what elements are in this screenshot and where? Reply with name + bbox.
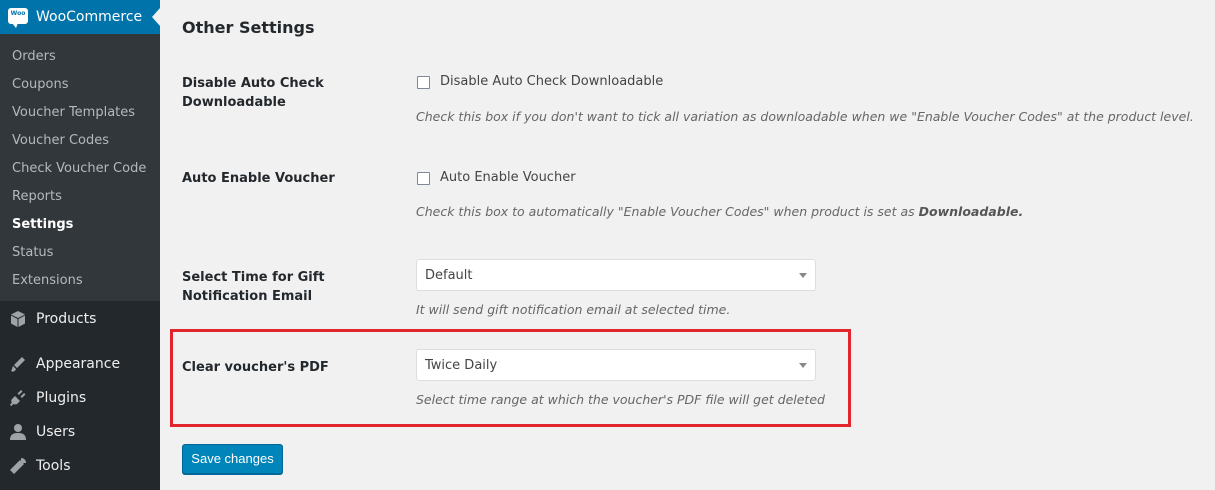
- gift-notification-description: It will send gift notification email at …: [416, 302, 731, 317]
- gift-notification-time-select[interactable]: Default: [416, 259, 816, 291]
- submenu-item-settings[interactable]: Settings: [12, 217, 73, 232]
- menu-item-appearance-label: Appearance: [36, 356, 121, 372]
- menu-item-tools-label: Tools: [36, 458, 71, 474]
- menu-item-plugins-label: Plugins: [36, 390, 87, 406]
- menu-item-products-label: Products: [36, 311, 97, 327]
- menu-item-plugins[interactable]: Plugins: [0, 381, 160, 415]
- disable-auto-check-description: Check this box if you don't want to tick…: [416, 109, 1194, 124]
- settings-main: Other Settings Disable Auto Check Downlo…: [160, 0, 1215, 490]
- chevron-down-icon: [799, 273, 807, 278]
- clear-voucher-pdf-select[interactable]: Twice Daily: [416, 349, 816, 381]
- current-menu-arrow: [152, 8, 160, 26]
- auto-enable-voucher-description: Check this box to automatically "Enable …: [416, 204, 1023, 219]
- woocommerce-submenu: Orders Coupons Voucher Templates Voucher…: [0, 34, 160, 301]
- menu-item-users-label: Users: [36, 424, 76, 440]
- submenu-item-orders[interactable]: Orders: [12, 49, 56, 64]
- submenu-item-status[interactable]: Status: [12, 245, 53, 260]
- plugins-icon: [9, 390, 26, 407]
- tools-icon: [10, 458, 26, 474]
- menu-item-appearance[interactable]: Appearance: [0, 347, 160, 381]
- submenu-item-voucher-templates[interactable]: Voucher Templates: [12, 105, 135, 120]
- auto-enable-voucher-label: Auto Enable Voucher: [182, 171, 335, 186]
- menu-item-tools[interactable]: Tools: [0, 449, 160, 483]
- disable-auto-check-label-line1: Disable Auto Check: [182, 76, 324, 91]
- disable-auto-check-label-line2: Downloadable: [182, 95, 286, 110]
- disable-auto-check-checkbox[interactable]: [417, 76, 430, 89]
- submenu-item-extensions[interactable]: Extensions: [12, 273, 83, 288]
- menu-item-users[interactable]: Users: [0, 415, 160, 449]
- submenu-item-reports[interactable]: Reports: [12, 189, 62, 204]
- users-icon: [10, 424, 26, 440]
- appearance-icon: [11, 357, 25, 372]
- disable-auto-check-checkbox-label[interactable]: Disable Auto Check Downloadable: [440, 74, 663, 89]
- products-icon: [11, 311, 25, 327]
- section-title: Other Settings: [182, 18, 315, 37]
- menu-item-woocommerce[interactable]: Woo WooCommerce: [0, 0, 160, 34]
- gift-notification-time-value: Default: [425, 268, 473, 283]
- auto-enable-voucher-description-text: Check this box to automatically "Enable …: [416, 204, 919, 219]
- menu-item-products[interactable]: Products: [0, 302, 160, 336]
- clear-voucher-pdf-label: Clear voucher's PDF: [182, 360, 329, 375]
- gift-notification-label-line1: Select Time for Gift: [182, 270, 325, 285]
- disable-auto-check-label: Disable Auto Check Downloadable: [182, 74, 362, 112]
- menu-item-woocommerce-label: WooCommerce: [36, 9, 143, 25]
- auto-enable-voucher-description-bold: Downloadable.: [918, 204, 1024, 219]
- gift-notification-label-line2: Notification Email: [182, 289, 313, 304]
- submenu-item-check-voucher-code[interactable]: Check Voucher Code: [12, 161, 146, 176]
- submenu-item-coupons[interactable]: Coupons: [12, 77, 69, 92]
- save-changes-button[interactable]: Save changes: [182, 444, 283, 474]
- chevron-down-icon: [799, 363, 807, 368]
- submenu-item-voucher-codes[interactable]: Voucher Codes: [12, 133, 109, 148]
- clear-voucher-pdf-value: Twice Daily: [425, 358, 498, 373]
- auto-enable-voucher-checkbox[interactable]: [417, 172, 430, 185]
- auto-enable-voucher-checkbox-label[interactable]: Auto Enable Voucher: [440, 170, 576, 185]
- admin-sidebar: Woo WooCommerce Orders Coupons Voucher T…: [0, 0, 160, 490]
- gift-notification-label: Select Time for Gift Notification Email: [182, 268, 362, 306]
- clear-voucher-pdf-description: Select time range at which the voucher's…: [416, 392, 825, 407]
- woocommerce-icon: Woo: [8, 8, 28, 28]
